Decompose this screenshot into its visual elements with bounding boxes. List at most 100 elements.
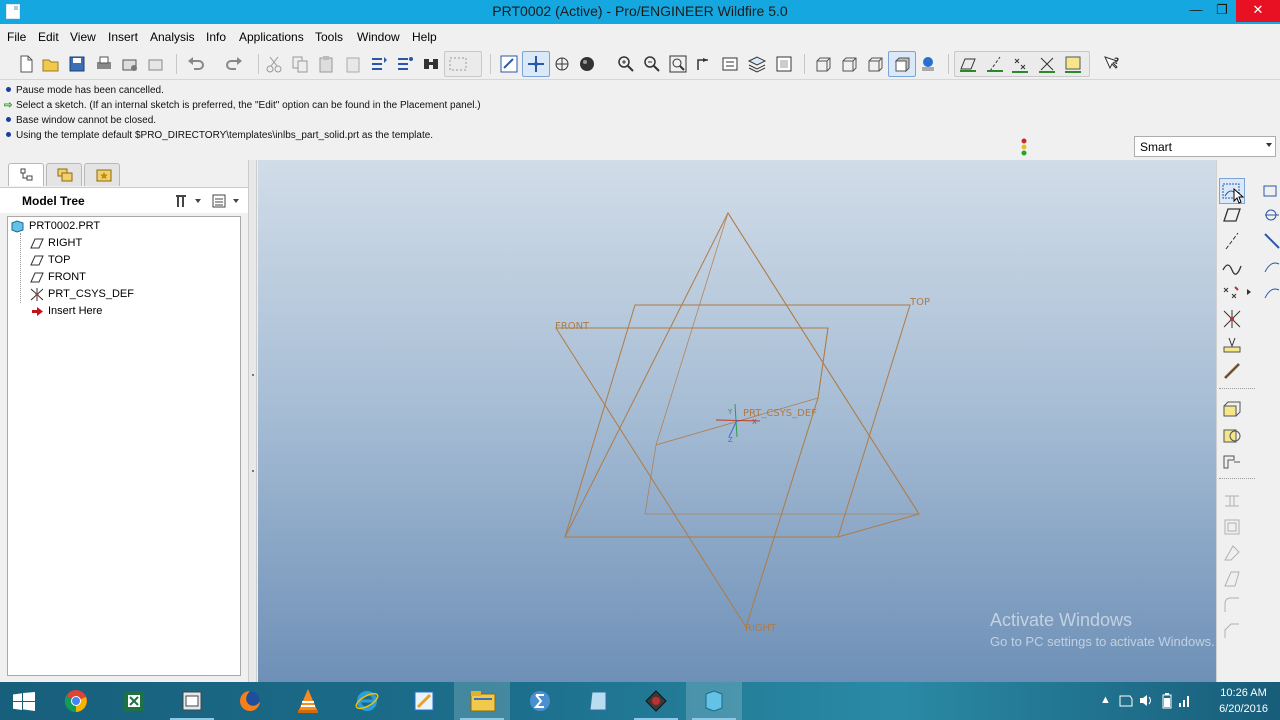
taskbar-notepad[interactable] [570,682,626,720]
reorient-icon[interactable] [694,54,714,74]
orient-mode-icon[interactable] [552,54,572,74]
taskbar-file-app[interactable] [164,682,220,720]
repaint-icon[interactable] [499,54,519,74]
volume-icon[interactable] [1138,693,1154,708]
plane-display-icon[interactable] [958,54,978,74]
menu-info[interactable]: Info [206,30,226,44]
paste-icon[interactable] [316,54,336,74]
menu-analysis[interactable]: Analysis [150,30,195,44]
select-box-icon[interactable] [448,54,468,74]
redo-icon[interactable] [224,54,244,74]
taskbar-vlc[interactable] [280,682,336,720]
minimize-button[interactable]: — [1182,0,1210,22]
revolve-tool-icon[interactable] [1221,424,1243,446]
paste-special-icon[interactable] [343,54,363,74]
undo-icon[interactable] [186,54,206,74]
tree-item-right[interactable]: RIGHT [30,237,82,249]
menu-applications[interactable]: Applications [239,30,304,44]
hidden-line-icon[interactable] [839,54,859,74]
tree-item-insert-here[interactable]: Insert Here [32,305,102,317]
menu-tools[interactable]: Tools [315,30,343,44]
new-icon[interactable] [16,54,36,74]
layers-icon[interactable] [747,54,767,74]
close-button[interactable]: ✕ [1236,0,1280,22]
taskbar-internet-explorer[interactable] [338,682,394,720]
tab-favorites[interactable] [84,163,120,186]
zoom-in-icon[interactable] [616,54,636,74]
datum-point-tool-icon[interactable] [1221,282,1243,304]
analysis-tool-icon[interactable] [1221,334,1243,356]
appearance-icon[interactable] [578,54,598,74]
copy-icon[interactable] [290,54,310,74]
taskbar-proe-app[interactable] [628,682,684,720]
battery-icon[interactable] [1162,693,1172,709]
tree-item-csys[interactable]: PRT_CSYS_DEF [30,288,134,301]
email-icon[interactable] [120,54,140,74]
enhanced-realism-icon[interactable] [918,54,938,74]
tree-settings-icon[interactable] [174,193,202,209]
taskbar-file-explorer[interactable] [454,682,510,720]
trim-tool-icon[interactable] [1261,230,1280,252]
email-link-icon[interactable] [146,54,166,74]
taskbar-sigma[interactable] [512,682,568,720]
taskbar-proe-window[interactable] [686,682,742,720]
help-icon[interactable]: ? [1102,54,1122,74]
wireframe-icon[interactable] [813,54,833,74]
taskbar-chrome[interactable] [48,682,104,720]
round-tool-icon[interactable] [1221,594,1243,616]
no-hidden-icon[interactable] [865,54,885,74]
saved-views-icon[interactable] [720,54,740,74]
shell-tool-icon[interactable] [1221,516,1243,538]
tree-item-top[interactable]: TOP [30,254,70,266]
menu-edit[interactable]: Edit [38,30,59,44]
model-player-icon[interactable] [421,54,441,74]
action-center-icon[interactable] [1118,694,1134,708]
panel-splitter[interactable] [248,160,257,682]
mirror-tool-icon[interactable] [1261,180,1280,202]
datum-plane-right[interactable] [555,327,829,629]
extrude-tool-icon[interactable] [1221,398,1243,420]
system-clock[interactable]: 10:26 AM 6/20/2016 [1219,685,1268,717]
cut-icon[interactable] [264,54,284,74]
flyout-arrow-icon[interactable] [1246,288,1252,296]
draft-tool-icon[interactable] [1221,568,1243,590]
axis-display-icon[interactable] [985,54,1005,74]
menu-window[interactable]: Window [357,30,400,44]
refit-icon[interactable] [668,54,688,74]
menu-file[interactable]: File [7,30,26,44]
show-menu-icon[interactable] [211,193,241,209]
menu-view[interactable]: View [70,30,96,44]
view-manager-icon[interactable] [774,54,794,74]
csys-display-icon[interactable] [1037,54,1057,74]
point-display-icon[interactable] [1010,54,1030,74]
shading-icon[interactable] [892,54,912,74]
tab-model-tree[interactable] [8,163,44,186]
datum-plane-tool-icon[interactable] [1221,204,1243,226]
chamfer-tool-icon[interactable] [1221,620,1243,642]
sweep-tool-icon[interactable] [1221,450,1243,472]
taskbar-notes[interactable] [396,682,452,720]
thicken-tool-icon[interactable] [1261,282,1280,304]
status-light-icon[interactable] [1020,138,1028,156]
extrude-curve-tool-icon[interactable] [1221,360,1243,382]
restore-button[interactable]: ❐ [1208,0,1236,22]
network-icon[interactable] [1178,693,1192,708]
datum-plane-front[interactable] [564,211,920,538]
selection-filter-dropdown[interactable]: Smart [1134,136,1276,157]
start-button[interactable] [0,682,48,720]
spin-center-icon[interactable] [526,54,546,74]
save-icon[interactable] [67,54,87,74]
hole-tool-icon[interactable] [1221,490,1243,512]
tree-item-front[interactable]: FRONT [30,271,86,283]
annotation-display-icon[interactable] [1063,54,1083,74]
regen-manager-icon[interactable] [395,54,415,74]
regenerate-icon[interactable] [369,54,389,74]
zoom-out-icon[interactable] [642,54,662,74]
graphics-window[interactable]: FRONT TOP RIGHT PRT_CSYS_DEF Y X Z Activ… [258,160,1216,682]
taskbar-excel[interactable] [106,682,162,720]
merge-tool-icon[interactable] [1261,204,1280,226]
datum-axis-tool-icon[interactable] [1221,230,1243,252]
menu-help[interactable]: Help [412,30,437,44]
datum-curve-tool-icon[interactable] [1221,256,1243,278]
tray-expand-icon[interactable]: ▲ [1100,694,1111,706]
